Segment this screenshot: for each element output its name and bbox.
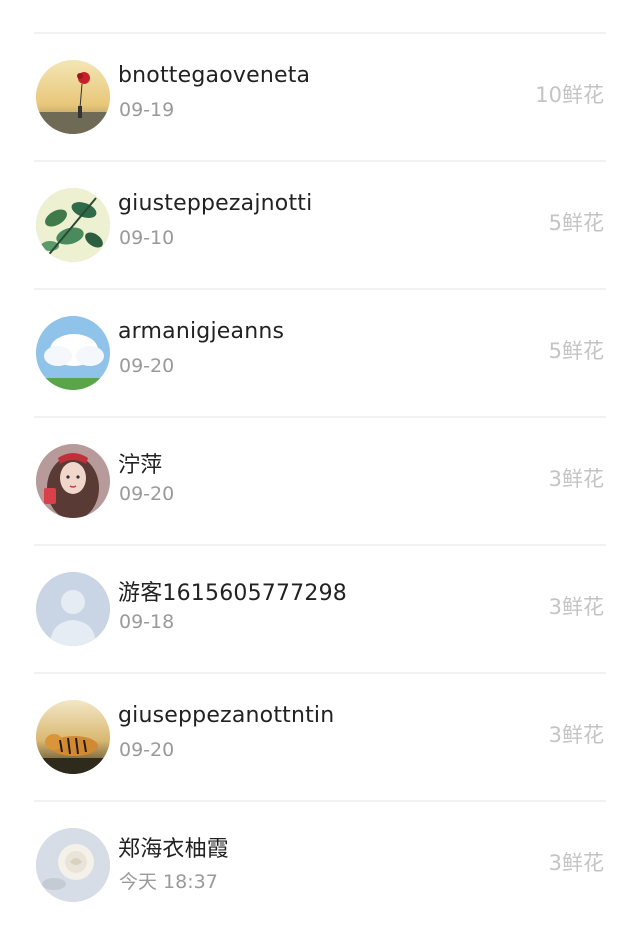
user-name: armanigjeanns [118, 319, 285, 344]
list-item[interactable]: 郑海衣柚霞 今天 18:37 3鲜花 [0, 804, 640, 931]
avatar-default-person-icon [36, 572, 110, 646]
flower-count: 3鲜花 [548, 467, 604, 491]
avatar[interactable] [36, 828, 110, 902]
list-item[interactable]: giusteppezajnotti 09-10 5鲜花 [0, 164, 640, 291]
avatar-red-balloon-icon [36, 60, 110, 134]
list-item[interactable]: 泞萍 09-20 3鲜花 [0, 420, 640, 547]
flower-count: 3鲜花 [548, 851, 604, 875]
user-name: giuseppezanottntin [118, 703, 335, 728]
gift-date: 09-20 [119, 483, 175, 505]
list-item[interactable]: giuseppezanottntin 09-20 3鲜花 [0, 676, 640, 803]
user-name: 郑海衣柚霞 [118, 837, 230, 862]
avatar[interactable] [36, 700, 110, 774]
divider [34, 544, 606, 546]
avatar-sky-clouds-icon [36, 316, 110, 390]
gift-date: 09-20 [119, 355, 175, 377]
user-name: bnottegaoveneta [118, 63, 311, 88]
list-item[interactable]: armanigjeanns 09-20 5鲜花 [0, 292, 640, 419]
avatar-tiger-icon [36, 700, 110, 774]
divider [34, 32, 606, 34]
flower-count: 10鲜花 [535, 83, 604, 107]
flower-gift-list: bnottegaoveneta 09-19 10鲜花 giusteppezajn… [0, 0, 640, 905]
user-name: giusteppezajnotti [118, 191, 313, 216]
divider [34, 800, 606, 802]
divider [34, 160, 606, 162]
avatar[interactable] [36, 60, 110, 134]
flower-count: 5鲜花 [548, 211, 604, 235]
avatar-green-leaves-icon [36, 188, 110, 262]
gift-date: 09-19 [119, 99, 175, 121]
flower-count: 5鲜花 [548, 339, 604, 363]
avatar[interactable] [36, 444, 110, 518]
gift-date: 今天 18:37 [119, 871, 218, 893]
avatar-girl-illustration-icon [36, 444, 110, 518]
divider [34, 416, 606, 418]
avatar[interactable] [36, 316, 110, 390]
avatar[interactable] [36, 188, 110, 262]
user-name: 游客1615605777298 [118, 581, 347, 606]
divider [34, 672, 606, 674]
gift-date: 09-10 [119, 227, 175, 249]
gift-date: 09-18 [119, 611, 175, 633]
avatar[interactable] [36, 572, 110, 646]
list-item[interactable]: bnottegaoveneta 09-19 10鲜花 [0, 36, 640, 163]
divider [34, 288, 606, 290]
avatar-white-rose-icon [36, 828, 110, 902]
user-name: 泞萍 [118, 453, 163, 478]
flower-count: 3鲜花 [548, 595, 604, 619]
flower-count: 3鲜花 [548, 723, 604, 747]
list-item[interactable]: 游客1615605777298 09-18 3鲜花 [0, 548, 640, 675]
gift-date: 09-20 [119, 739, 175, 761]
